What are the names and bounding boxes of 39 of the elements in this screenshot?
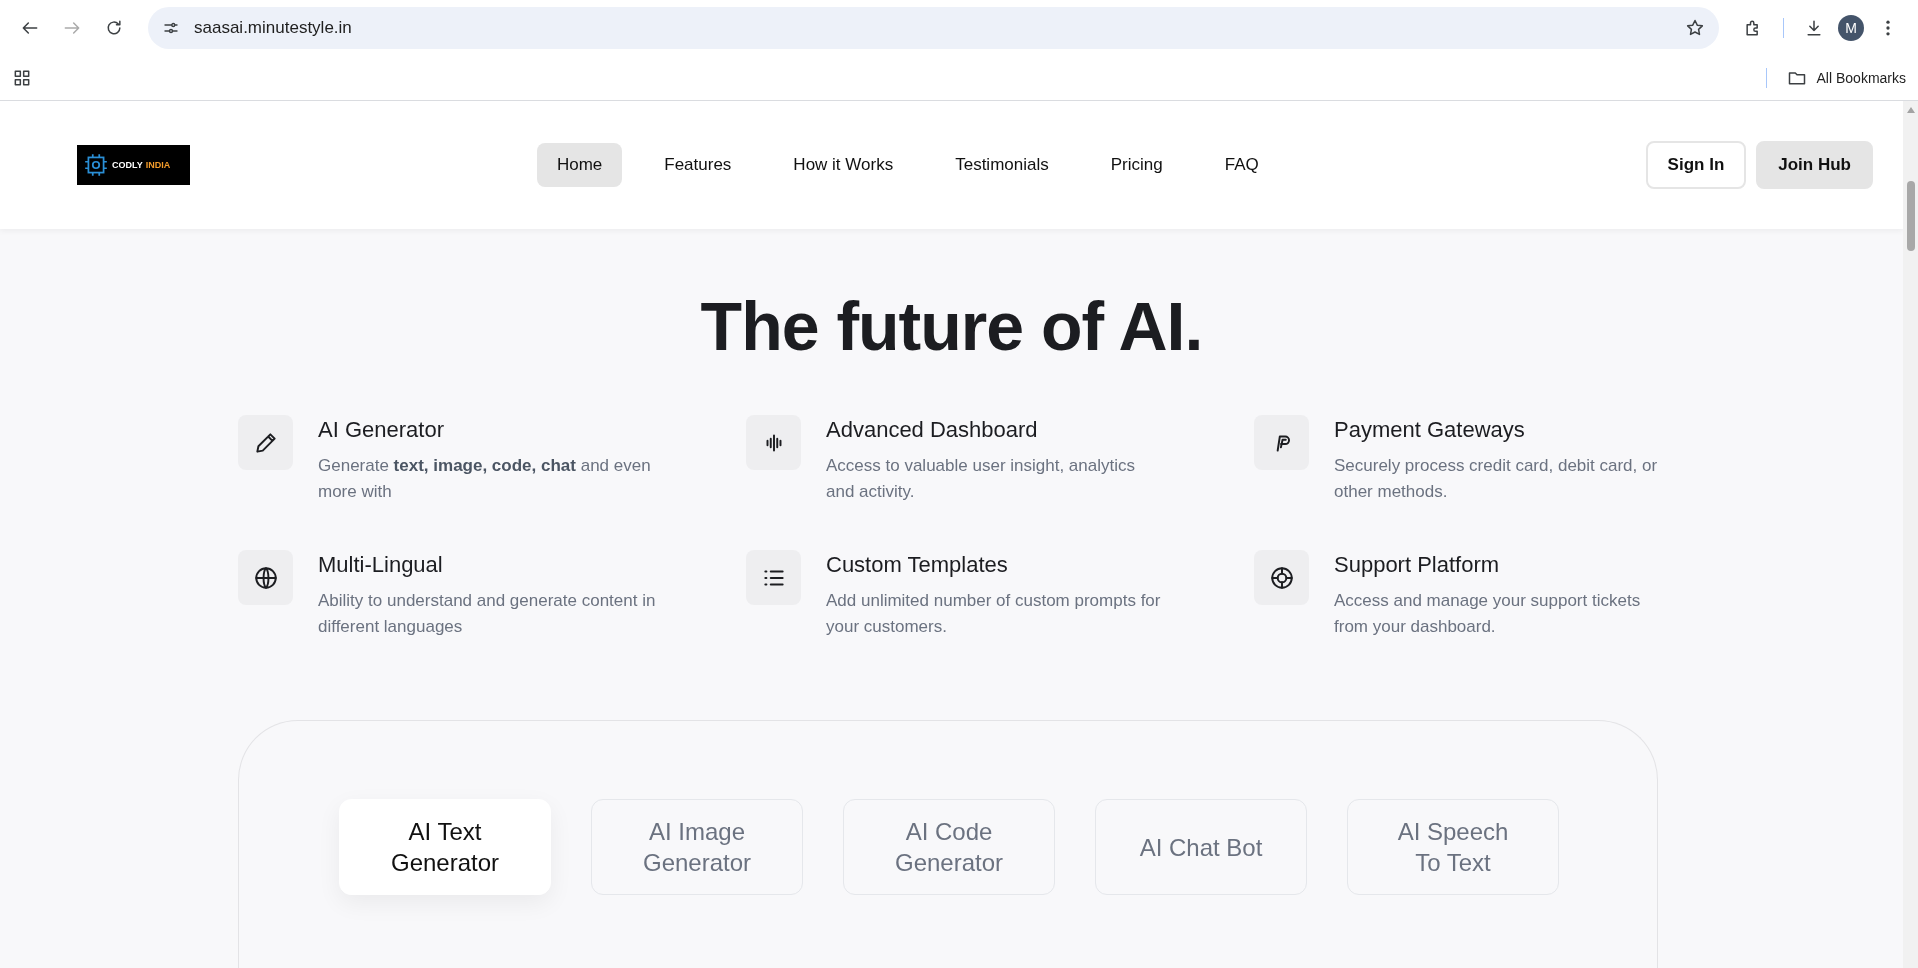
feature-title: AI Generator	[318, 417, 445, 443]
nav-link[interactable]: FAQ	[1204, 143, 1279, 187]
logo[interactable]: CODLY INDIA	[77, 145, 190, 185]
nav-link[interactable]: How it Works	[773, 143, 914, 187]
tool-tab[interactable]: AI Chat Bot	[1095, 799, 1307, 895]
feature-description: Access to valuable user insight, analytics and activity.	[826, 455, 1136, 503]
logo-text: INDIA	[145, 160, 171, 170]
bookmarks-link[interactable]: All Bookmarks	[1816, 70, 1906, 86]
nav-link[interactable]: Testimonials	[935, 143, 1069, 187]
feature-description: Securely process credit card, debit card, or other methods.	[1334, 455, 1659, 503]
sign-in-button[interactable]: Sign In	[1645, 141, 1747, 189]
star-icon[interactable]	[1685, 18, 1705, 38]
feature-description: Ability to understand and generate content in different languages	[318, 590, 657, 638]
feature-description: Generate text, image, code, chat and even more with	[318, 455, 652, 503]
tool-tab[interactable]: AI Image Generator	[591, 799, 803, 895]
tool-tab[interactable]: AI Text Generator	[339, 799, 551, 895]
profile-avatar[interactable]: M	[1838, 15, 1864, 41]
nav-link[interactable]: Features	[644, 143, 752, 187]
logo-text: CODLY	[112, 160, 143, 170]
join-button[interactable]: Join Hub	[1756, 141, 1873, 189]
apps-icon[interactable]	[12, 68, 32, 88]
nav-link[interactable]: Home	[536, 143, 623, 187]
scrollbar-thumb[interactable]	[1906, 181, 1915, 251]
lifebuoy-icon	[1268, 564, 1295, 591]
url-text: saasai.minutestyle.in	[194, 18, 353, 38]
feature-title: Custom Templates	[826, 552, 1009, 578]
address-bar[interactable]: saasai.minutestyle.in	[148, 7, 1719, 49]
feature-description: Add unlimited number of custom prompts for your customers.	[826, 590, 1162, 638]
feature-title: Support Platform	[1334, 552, 1501, 578]
nav-link[interactable]: Pricing	[1090, 143, 1183, 187]
feature-description: Access and manage your support tickets from your dashboard.	[1334, 590, 1642, 638]
feature-title: Multi-Lingual	[318, 552, 444, 578]
chip-icon	[83, 152, 109, 178]
feature-title: Advanced Dashboard	[826, 417, 1039, 443]
tool-tab[interactable]: AI Speech To Text	[1347, 799, 1559, 895]
globe-icon	[252, 564, 279, 591]
tool-tab[interactable]: AI Code Generator	[843, 799, 1055, 895]
feature-title: Payment Gateways	[1334, 417, 1526, 443]
hero-title: The future of AI.	[699, 287, 1204, 365]
